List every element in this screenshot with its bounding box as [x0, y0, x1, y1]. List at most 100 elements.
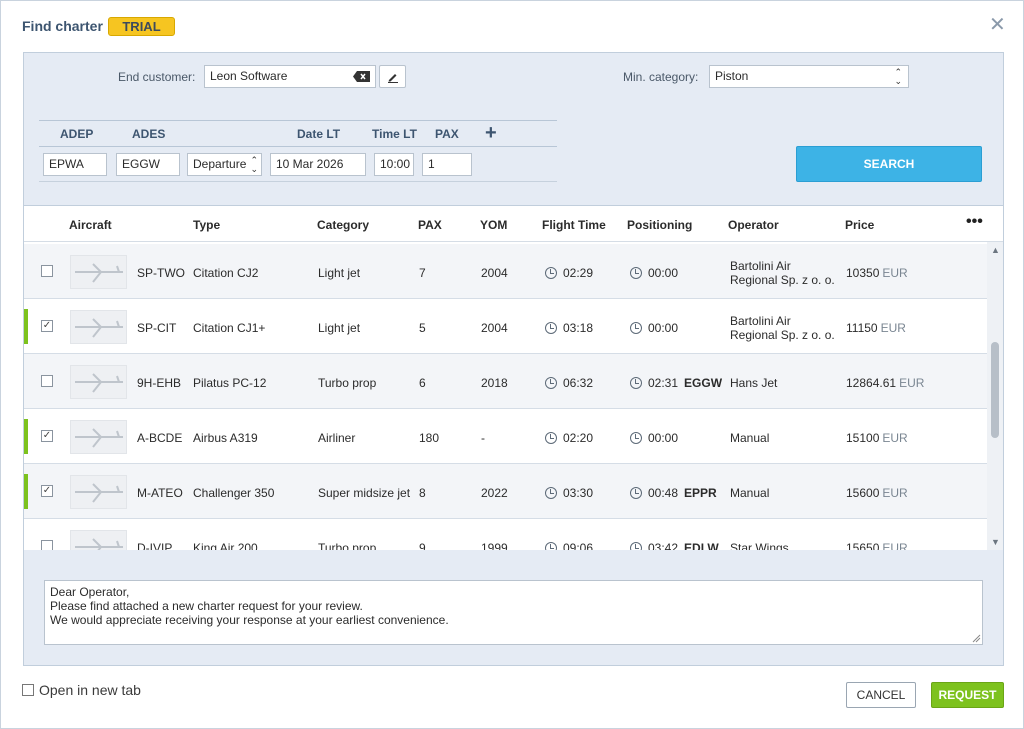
min-category-value: Piston	[715, 69, 749, 83]
aircraft-thumbnail	[70, 530, 127, 550]
aircraft-icon	[75, 538, 123, 550]
table-row[interactable]: ✓ M-ATEO Challenger 350 Super midsize je…	[24, 464, 987, 519]
aircraft-reg: M-ATEO	[137, 486, 183, 500]
row-checkbox[interactable]	[41, 375, 53, 387]
aircraft-type: Citation CJ2	[193, 266, 259, 280]
operator: Bartolini Air Regional Sp. z o. o.	[730, 259, 835, 287]
aircraft-thumbnail	[70, 365, 127, 399]
operator: Star Wings	[730, 541, 789, 550]
departure-mode-select[interactable]: Departure ⌃ ⌄	[187, 153, 262, 176]
ades-input[interactable]: EGGW	[116, 153, 180, 176]
price: 15650 EUR	[846, 541, 908, 550]
header-date: Date LT	[297, 127, 341, 141]
header-adep: ADEP	[60, 127, 94, 141]
aircraft-yom: 2004	[481, 321, 508, 335]
updown-icon: ⌃ ⌄	[894, 67, 902, 86]
message-line: Please find attached a new charter reque…	[50, 599, 363, 613]
row-checkbox[interactable]	[41, 265, 53, 277]
cancel-button[interactable]: CANCEL	[846, 682, 916, 708]
header-time: Time LT	[372, 127, 417, 141]
row-checkbox[interactable]: ✓	[41, 485, 53, 497]
table-row[interactable]: ✓ SP-CIT Citation CJ1+ Light jet 5 2004 …	[24, 299, 987, 354]
results-table-header: Aircraft Type Category PAX YOM Flight Ti…	[24, 205, 1003, 242]
time-input[interactable]: 10:00	[374, 153, 414, 176]
scrollbar-thumb[interactable]	[991, 342, 999, 438]
min-category-label: Min. category:	[623, 70, 699, 84]
aircraft-thumbnail	[70, 310, 127, 344]
row-checkbox[interactable]: ✓	[41, 320, 53, 332]
aircraft-reg: A-BCDE	[137, 431, 183, 445]
table-row[interactable]: SP-TWO Citation CJ2 Light jet 7 2004 02:…	[24, 244, 987, 299]
edit-customer-button[interactable]	[379, 65, 406, 88]
aircraft-yom: 2018	[481, 376, 508, 390]
clock-icon	[630, 542, 642, 550]
row-checkbox[interactable]: ✓	[41, 430, 53, 442]
route-divider	[39, 181, 557, 182]
flight-time: 09:06	[545, 541, 593, 550]
dialog-title: Find charter	[22, 18, 103, 34]
close-icon[interactable]: ✕	[989, 15, 1006, 35]
departure-mode-value: Departure	[193, 157, 247, 171]
trial-badge: TRIAL	[108, 17, 175, 36]
checkbox-icon[interactable]	[22, 684, 34, 696]
positioning-time: 00:00	[630, 431, 678, 445]
aircraft-yom: 2022	[481, 486, 508, 500]
aircraft-pax: 8	[419, 486, 426, 500]
clear-icon[interactable]	[353, 71, 370, 82]
aircraft-pax: 7	[419, 266, 426, 280]
open-new-tab-checkbox[interactable]: Open in new tab	[22, 682, 141, 698]
aircraft-icon	[75, 373, 123, 393]
aircraft-pax: 9	[419, 541, 426, 550]
search-button[interactable]: SEARCH	[796, 146, 982, 182]
clock-icon	[545, 542, 557, 550]
add-leg-icon[interactable]: +	[485, 122, 497, 145]
table-row[interactable]: 9H-EHB Pilatus PC-12 Turbo prop 6 2018 0…	[24, 354, 987, 409]
pencil-icon	[388, 74, 398, 83]
scroll-up-icon[interactable]: ▲	[991, 245, 1000, 255]
flight-time: 06:32	[545, 376, 593, 390]
end-customer-label: End customer:	[118, 70, 196, 84]
more-options-icon[interactable]: •••	[966, 213, 983, 231]
aircraft-type: Pilatus PC-12	[193, 376, 267, 390]
min-category-select[interactable]: Piston ⌃ ⌄	[709, 65, 909, 88]
aircraft-thumbnail	[70, 420, 127, 454]
aircraft-type: Citation CJ1+	[193, 321, 266, 335]
aircraft-pax: 5	[419, 321, 426, 335]
aircraft-type: Challenger 350	[193, 486, 275, 500]
operator: Manual	[730, 431, 770, 445]
aircraft-reg: 9H-EHB	[137, 376, 182, 390]
col-operator: Operator	[728, 218, 779, 232]
price: 11150 EUR	[846, 321, 906, 335]
selected-marker	[24, 309, 28, 344]
date-input[interactable]: 10 Mar 2026	[270, 153, 366, 176]
operator: Manual	[730, 486, 770, 500]
aircraft-icon	[75, 263, 123, 283]
table-scrollbar[interactable]: ▲ ▼	[987, 242, 1003, 550]
adep-input[interactable]: EPWA	[43, 153, 107, 176]
aircraft-category: Turbo prop	[318, 541, 377, 550]
request-button[interactable]: REQUEST	[931, 682, 1004, 708]
row-checkbox[interactable]	[41, 540, 53, 550]
table-row[interactable]: ✓ A-BCDE Airbus A319 Airliner 180 - 02:2…	[24, 409, 987, 464]
aircraft-reg: D-IVIP	[137, 541, 173, 550]
aircraft-yom: -	[481, 431, 485, 445]
clock-icon	[630, 377, 642, 389]
end-customer-input[interactable]: Leon Software	[204, 65, 376, 88]
aircraft-reg: SP-CIT	[137, 321, 177, 335]
message-textarea[interactable]: Dear Operator, Please find attached a ne…	[44, 580, 983, 645]
positioning-time: 00:00	[630, 321, 678, 335]
scroll-down-icon[interactable]: ▼	[991, 537, 1000, 547]
price: 15100 EUR	[846, 431, 908, 445]
aircraft-pax: 180	[419, 431, 440, 445]
price: 12864.61 EUR	[846, 376, 925, 390]
clock-icon	[630, 432, 642, 444]
price: 10350 EUR	[846, 266, 908, 280]
aircraft-category: Airliner	[318, 431, 356, 445]
table-row[interactable]: D-IVIP King Air 200 Turbo prop 9 1999 09…	[24, 519, 987, 550]
aircraft-reg: SP-TWO	[137, 266, 185, 280]
resize-handle-icon[interactable]	[972, 634, 981, 643]
aircraft-category: Light jet	[318, 321, 361, 335]
clock-icon	[545, 432, 557, 444]
pax-input[interactable]: 1	[422, 153, 472, 176]
col-pax: PAX	[418, 218, 442, 232]
